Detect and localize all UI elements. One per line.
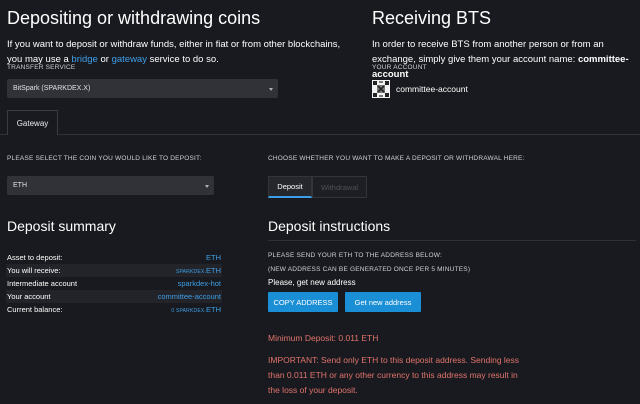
deposit-intro-text: If you want to deposit or withdraw funds…: [7, 37, 347, 67]
account-name: committee-account: [396, 84, 468, 94]
coin-select-value: ETH: [13, 182, 27, 189]
your-account-label: YOUR ACCOUNT: [372, 64, 427, 71]
gateway-link[interactable]: gateway: [112, 54, 147, 65]
summary-key: Your account: [7, 292, 51, 301]
tab-gateway[interactable]: Gateway: [7, 110, 58, 135]
chevron-down-icon: [205, 184, 209, 188]
get-new-address-text: Please, get new address: [268, 278, 356, 287]
summary-value[interactable]: committee-account: [158, 292, 221, 301]
summary-key: Current balance:: [7, 305, 63, 314]
deposit-section-title: Depositing or withdrawing coins: [7, 8, 261, 28]
deposit-summary-table: Asset to deposit: ETH You will receive: …: [6, 251, 222, 316]
summary-value: 0 SPARKDEX.ETH: [171, 305, 221, 314]
coin-select-label: PLEASE SELECT THE COIN YOU WOULD LIKE TO…: [7, 155, 202, 162]
transfer-service-label: TRANSFER SERVICE: [7, 64, 76, 71]
withdrawal-toggle[interactable]: Withdrawal: [312, 176, 367, 198]
summary-key: Intermediate account: [7, 279, 78, 288]
avatar: [372, 80, 390, 98]
receive-intro: In order to receive BTS from another per…: [372, 39, 604, 65]
important-line-2: than 0.011 ETH or any other currency to …: [268, 370, 518, 380]
deposit-instructions-title: Deposit instructions: [268, 218, 391, 234]
minimum-deposit-text: Minimum Deposit: 0.011 ETH: [268, 333, 379, 343]
summary-key: Asset to deposit:: [7, 253, 63, 262]
summary-key: You will receive:: [7, 266, 61, 275]
deposit-intro-or: or: [97, 54, 112, 65]
mode-select-label: CHOOSE WHETHER YOU WANT TO MAKE A DEPOSI…: [268, 155, 525, 162]
address-generation-note: (NEW ADDRESS CAN BE GENERATED ONCE PER 5…: [268, 266, 471, 273]
coin-select[interactable]: ETH: [7, 176, 214, 195]
copy-address-button[interactable]: COPY ADDRESS: [268, 292, 338, 312]
important-line-3: the loss of your deposit.: [268, 385, 358, 395]
summary-row-account: Your account committee-account: [6, 290, 222, 303]
deposit-toggle[interactable]: Deposit: [268, 176, 312, 198]
summary-value: ETH: [206, 253, 221, 262]
tabbar-divider-left: [0, 134, 7, 135]
summary-row-balance: Current balance: 0 SPARKDEX.ETH: [6, 303, 222, 316]
get-new-address-button[interactable]: Get new address: [345, 292, 421, 312]
chevron-down-icon: [269, 87, 273, 91]
transfer-service-value: BitSpark (SPARKDEX.X): [13, 85, 91, 92]
instructions-divider: [268, 240, 636, 241]
deposit-summary-title: Deposit summary: [7, 218, 116, 234]
summary-row-intermediate: Intermediate account sparkdex-hot: [6, 277, 222, 290]
receive-intro-text: In order to receive BTS from another per…: [372, 37, 634, 82]
summary-row-receive: You will receive: SPARKDEX.ETH: [6, 264, 222, 277]
important-line-1: IMPORTANT: Send only ETH to this deposit…: [268, 355, 520, 365]
summary-value[interactable]: sparkdex-hot: [178, 279, 221, 288]
summary-row-asset: Asset to deposit: ETH: [6, 251, 222, 264]
identicon-icon: [372, 80, 390, 98]
send-instruction-text: PLEASE SEND YOUR ETH TO THE ADDRESS BELO…: [268, 252, 442, 259]
transfer-service-select[interactable]: BitSpark (SPARKDEX.X): [7, 79, 278, 98]
receive-section-title: Receiving BTS: [372, 8, 492, 28]
important-warning: IMPORTANT: Send only ETH to this deposit…: [268, 353, 636, 398]
deposit-intro-suffix: service to do so.: [146, 54, 219, 65]
tabbar-divider: [58, 134, 640, 135]
summary-value: SPARKDEX.ETH: [175, 266, 221, 275]
